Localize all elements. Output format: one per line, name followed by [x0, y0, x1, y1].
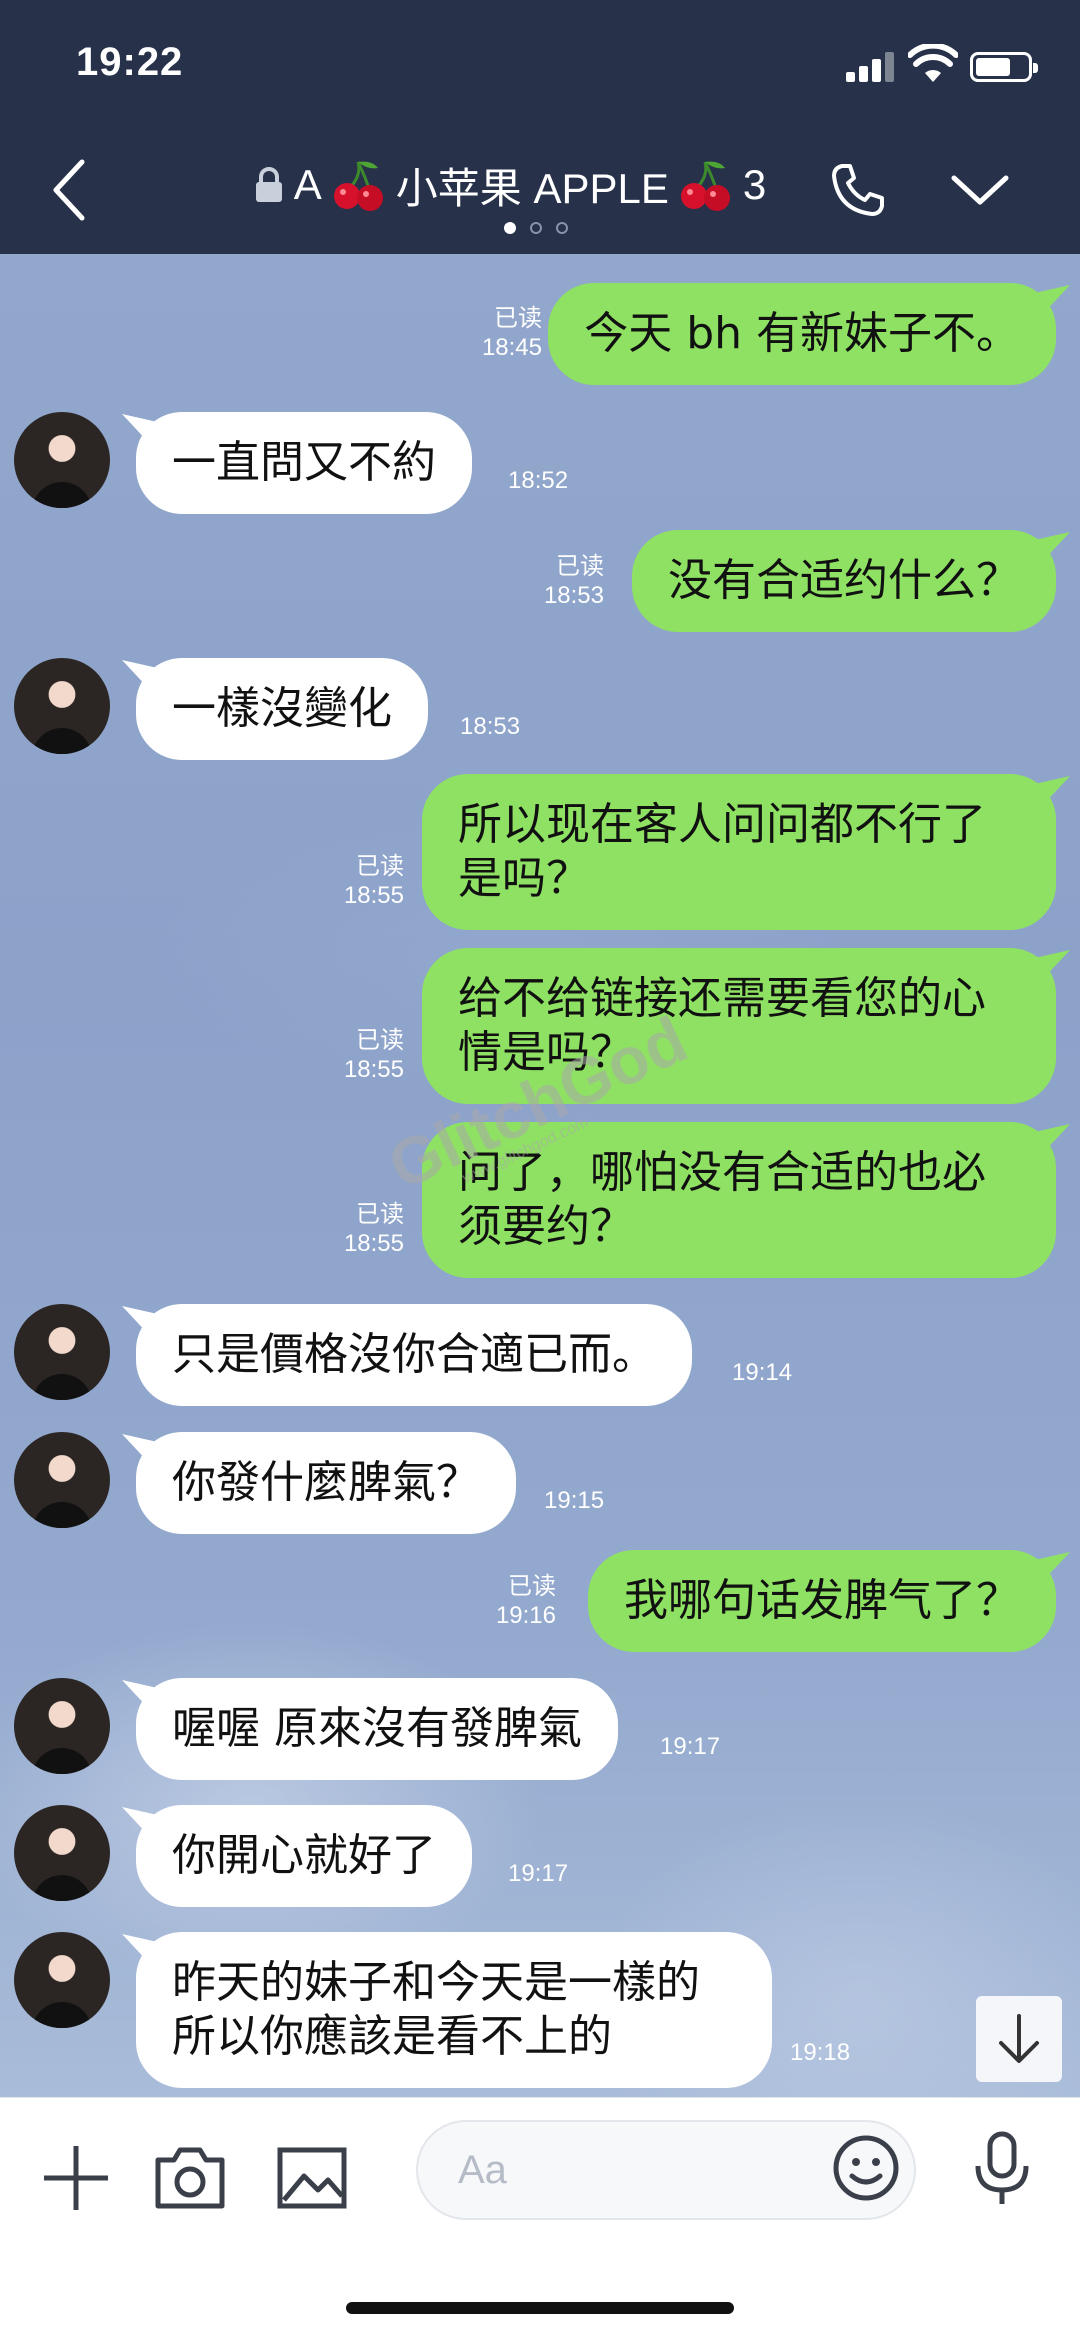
page-dot — [530, 222, 542, 234]
arrow-down-icon — [999, 2014, 1039, 2063]
avatar[interactable] — [14, 1432, 110, 1528]
home-indicator[interactable] — [346, 2302, 734, 2314]
message-bubble-incoming[interactable]: 昨天的妹子和今天是一樣的 所以你應該是看不上的 — [136, 1932, 772, 2088]
message-bubble-incoming[interactable]: 你發什麼脾氣？ — [136, 1432, 516, 1534]
avatar[interactable] — [14, 1678, 110, 1774]
chat-title[interactable]: A 小苹果 APPLE 3 — [220, 150, 800, 220]
page-dot — [504, 222, 516, 234]
message-time: 18:52 — [508, 467, 569, 494]
emoji-icon[interactable] — [826, 2128, 906, 2208]
chat-title-prefix: A — [293, 161, 322, 208]
member-count: 3 — [742, 161, 767, 208]
cellular-signal-icon — [846, 50, 898, 82]
read-receipt: 已读 — [494, 305, 542, 332]
avatar[interactable] — [14, 412, 110, 508]
message-time: 18:55 — [343, 1056, 404, 1083]
message-meta: 已读 18:55 — [344, 852, 404, 910]
message-bubble-incoming[interactable]: 一樣沒變化 — [136, 658, 428, 760]
message-bubble-outgoing[interactable]: 没有合适约什么？ — [632, 530, 1056, 632]
message-bubble-incoming[interactable]: 一直問又不約 — [136, 412, 472, 514]
wifi-icon — [908, 44, 958, 82]
avatar[interactable] — [14, 1932, 110, 2028]
page-dot — [556, 222, 568, 234]
message-time: 19:17 — [660, 1733, 721, 1760]
phone-icon[interactable] — [828, 160, 888, 220]
message-meta: 已读 18:55 — [344, 1026, 404, 1084]
image-icon[interactable] — [272, 2138, 352, 2218]
microphone-icon[interactable] — [962, 2128, 1042, 2208]
message-meta: 已读 18:45 — [482, 304, 542, 362]
message-meta: 已读 18:55 — [344, 1200, 404, 1258]
page-indicator — [504, 222, 568, 234]
message-bubble-outgoing[interactable]: 今天 bh 有新妹子不。 — [548, 283, 1056, 385]
message-time: 19:17 — [508, 1860, 569, 1887]
read-receipt: 已读 — [508, 1573, 556, 1600]
avatar[interactable] — [14, 658, 110, 754]
message-time: 19:15 — [544, 1487, 605, 1514]
read-receipt: 已读 — [356, 853, 404, 880]
avatar[interactable] — [14, 1304, 110, 1400]
message-time: 19:14 — [732, 1359, 793, 1386]
chat-header: 19:22 A 小苹果 APPLE 3 — [0, 0, 1080, 254]
message-time: 19:18 — [790, 2039, 851, 2066]
cherry-icon — [333, 161, 383, 211]
plus-icon[interactable] — [36, 2138, 116, 2218]
message-time: 18:53 — [543, 582, 604, 609]
read-receipt: 已读 — [356, 1027, 404, 1054]
chat-title-name: 小苹果 APPLE — [395, 164, 669, 212]
status-time: 19:22 — [76, 40, 184, 84]
cherry-icon — [680, 161, 730, 211]
chat-message-list[interactable]: 已读 18:45 今天 bh 有新妹子不。 一直問又不約 18:52 已读 18… — [0, 254, 1080, 2097]
message-bubble-incoming[interactable]: 你開心就好了 — [136, 1805, 472, 1907]
lock-icon — [255, 167, 282, 202]
message-time: 18:55 — [343, 882, 404, 909]
message-bubble-outgoing[interactable]: 我哪句话发脾气了？ — [588, 1550, 1056, 1652]
message-meta: 已读 19:16 — [496, 1572, 556, 1630]
camera-icon[interactable] — [150, 2138, 230, 2218]
message-bubble-incoming[interactable]: 喔喔 原來沒有發脾氣 — [136, 1678, 618, 1780]
back-icon[interactable] — [44, 150, 94, 230]
scroll-to-bottom-button[interactable] — [976, 1996, 1062, 2082]
avatar[interactable] — [14, 1805, 110, 1901]
message-time: 18:55 — [343, 1230, 404, 1257]
read-receipt: 已读 — [556, 553, 604, 580]
message-meta: 已读 18:53 — [544, 552, 604, 610]
chevron-down-icon[interactable] — [948, 170, 1012, 210]
message-bubble-incoming[interactable]: 只是價格沒你合適已而。 — [136, 1304, 692, 1406]
message-time: 19:16 — [495, 1602, 556, 1629]
read-receipt: 已读 — [356, 1201, 404, 1228]
message-time: 18:45 — [481, 334, 542, 361]
message-bubble-outgoing[interactable]: 所以现在客人问问都不行了 是吗？ — [422, 774, 1056, 930]
battery-icon — [970, 52, 1038, 82]
message-time: 18:53 — [460, 713, 521, 740]
